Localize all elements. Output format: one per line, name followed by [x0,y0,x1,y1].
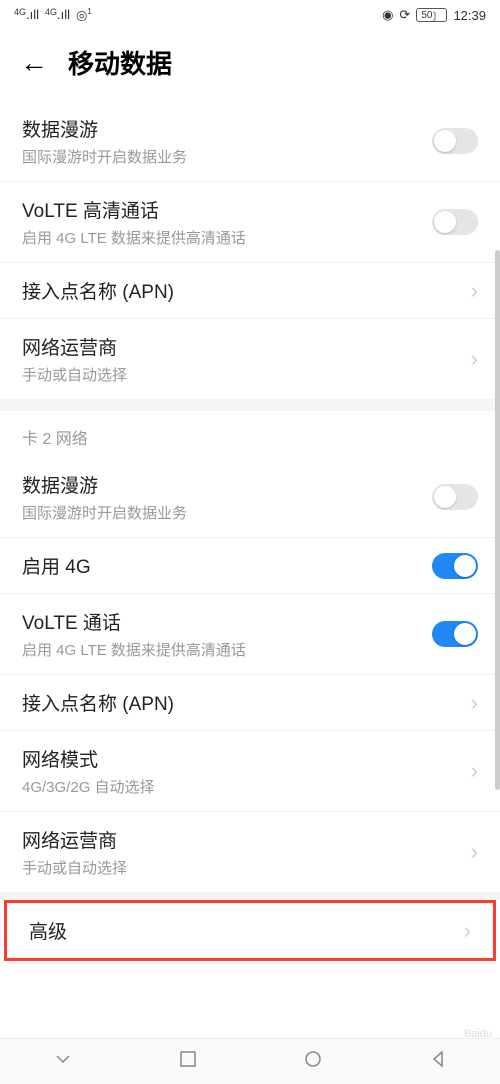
chevron-right-icon: › [471,839,478,865]
label: 启用 4G [22,552,432,579]
row-sim2-carrier[interactable]: 网络运营商 手动或自动选择 › [0,812,500,892]
nav-back-icon[interactable] [429,1050,447,1073]
label: 高级 [29,917,464,944]
row-sim2-volte[interactable]: VoLTE 通话 启用 4G LTE 数据来提供高清通话 [0,594,500,675]
chevron-right-icon: › [471,278,478,304]
chevron-right-icon: › [471,690,478,716]
navigation-bar [0,1038,500,1084]
label: 接入点名称 (APN) [22,689,471,716]
signal-2-icon: 4G.ıll [45,7,70,22]
chevron-right-icon: › [471,346,478,372]
toggle-sim2-roaming[interactable] [432,484,478,510]
sublabel: 国际漫游时开启数据业务 [22,146,432,167]
nav-dropdown-icon[interactable] [53,1049,73,1074]
toggle-sim1-volte[interactable] [432,209,478,235]
row-sim1-apn[interactable]: 接入点名称 (APN) › [0,263,500,319]
sublabel: 4G/3G/2G 自动选择 [22,776,471,797]
highlight-annotation: 高级 › [4,900,496,961]
toggle-sim1-roaming[interactable] [432,128,478,154]
row-advanced[interactable]: 高级 › [7,903,493,958]
row-sim1-roaming[interactable]: 数据漫游 国际漫游时开启数据业务 [0,101,500,182]
scrollbar[interactable] [495,250,500,790]
sublabel: 手动或自动选择 [22,857,471,878]
label: 网络模式 [22,745,471,772]
status-right: ◉ ⟳ 50〕 12:39 [382,7,486,23]
hotspot-icon: ◎1 [76,7,92,23]
back-icon[interactable]: ← [20,47,48,79]
signal-1-icon: 4G.ıll [14,7,39,22]
label: VoLTE 通话 [22,608,432,635]
row-sim1-volte[interactable]: VoLTE 高清通话 启用 4G LTE 数据来提供高清通话 [0,182,500,263]
toggle-sim2-4g[interactable] [432,553,478,579]
label: 网络运营商 [22,826,471,853]
row-sim2-apn[interactable]: 接入点名称 (APN) › [0,675,500,731]
label: 接入点名称 (APN) [22,277,471,304]
label: 数据漫游 [22,115,432,142]
sublabel: 手动或自动选择 [22,364,471,385]
nav-recent-icon[interactable] [179,1050,197,1073]
sublabel: 国际漫游时开启数据业务 [22,502,432,523]
section-divider [0,399,500,411]
sublabel: 启用 4G LTE 数据来提供高清通话 [22,227,432,248]
label: 网络运营商 [22,333,471,360]
chevron-right-icon: › [471,758,478,784]
row-sim2-roaming[interactable]: 数据漫游 国际漫游时开启数据业务 [0,457,500,538]
row-sim2-netmode[interactable]: 网络模式 4G/3G/2G 自动选择 › [0,731,500,812]
row-sim2-4g[interactable]: 启用 4G [0,538,500,594]
status-bar: 4G.ıll 4G.ıll ◎1 ◉ ⟳ 50〕 12:39 [0,0,500,30]
sublabel: 启用 4G LTE 数据来提供高清通话 [22,639,432,660]
section-divider [0,892,500,900]
chevron-right-icon: › [464,918,471,944]
status-left: 4G.ıll 4G.ıll ◎1 [14,7,92,23]
data-saver-icon: ⟳ [399,7,410,23]
nav-home-icon[interactable] [303,1049,323,1074]
clock-text: 12:39 [453,8,486,23]
label: VoLTE 高清通话 [22,196,432,223]
page-title: 移动数据 [68,44,172,81]
section-header-sim2: 卡 2 网络 [0,411,500,457]
page-header: ← 移动数据 [0,30,500,101]
toggle-sim2-volte[interactable] [432,621,478,647]
battery-icon: 50〕 [416,8,447,22]
label: 数据漫游 [22,471,432,498]
row-sim1-carrier[interactable]: 网络运营商 手动或自动选择 › [0,319,500,399]
eye-icon: ◉ [382,7,393,23]
